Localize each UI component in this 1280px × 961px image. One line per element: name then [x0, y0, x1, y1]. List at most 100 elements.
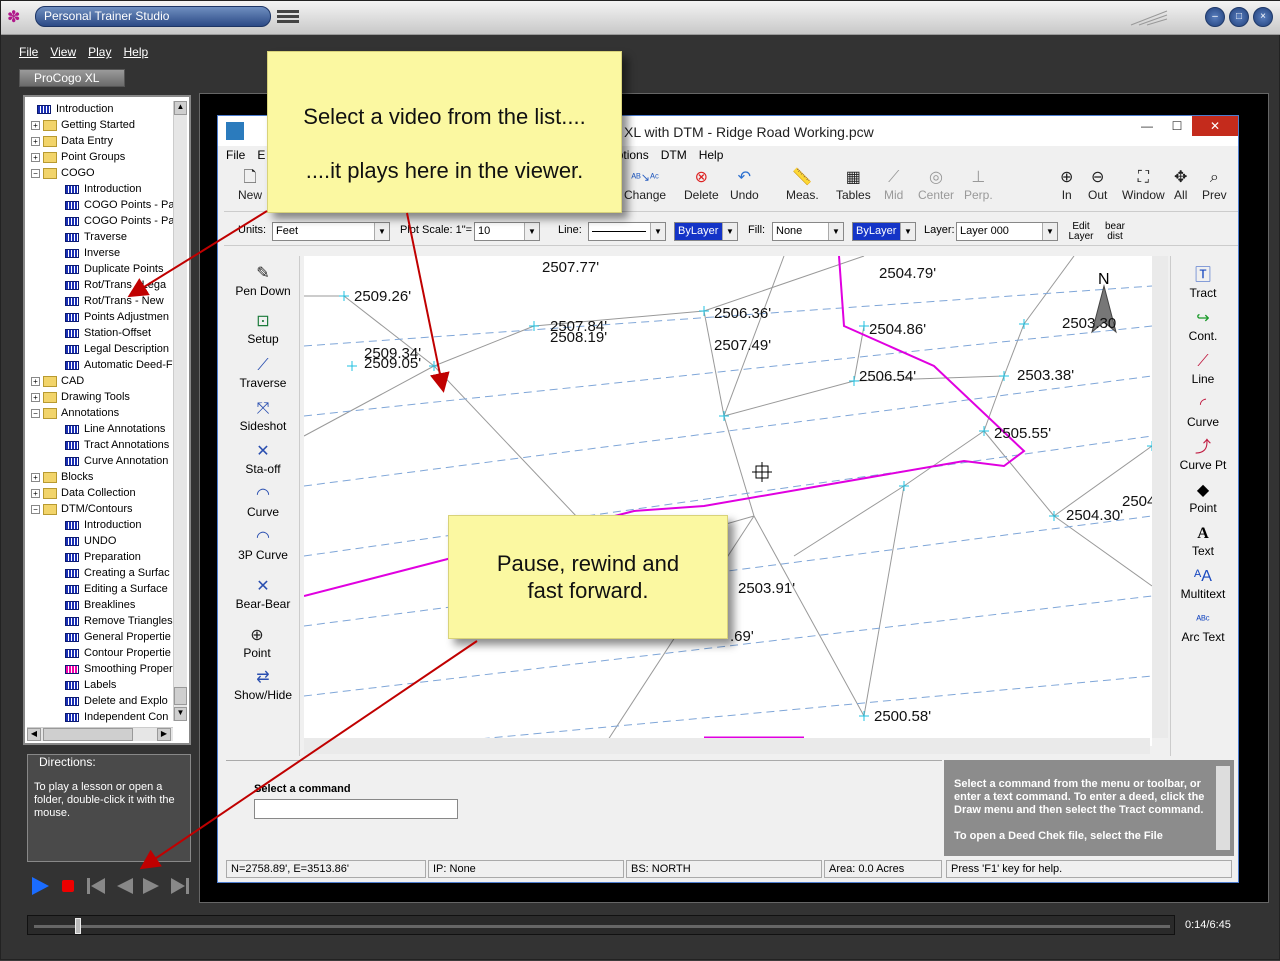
tool-curve: ◠ Curve [226, 485, 300, 519]
menu-view[interactable]: View [50, 45, 76, 65]
film-icon [65, 440, 79, 450]
tree-lesson[interactable]: Line Annotations [65, 421, 165, 437]
tree-folder[interactable]: + Drawing Tools [31, 389, 130, 405]
tree-lesson[interactable]: Points Adjustmen [65, 309, 169, 325]
tree-horizontal-scrollbar[interactable]: ◀ ▶ [27, 727, 173, 741]
tree-lesson[interactable]: Introduction [37, 101, 113, 117]
rewind-icon[interactable] [113, 875, 135, 897]
survey-point-icon [719, 411, 729, 421]
elevation-label: 2507.77' [542, 259, 599, 276]
menu-play[interactable]: Play [88, 45, 111, 65]
seek-thumb[interactable] [74, 918, 81, 934]
close-button[interactable]: × [1253, 7, 1273, 27]
tree-lesson[interactable]: Editing a Surface [65, 581, 168, 597]
expand-icon[interactable]: + [31, 136, 40, 146]
minimize-button[interactable]: – [1205, 7, 1225, 27]
app-icon: ✽ [7, 9, 21, 26]
tree-folder[interactable]: + CAD [31, 373, 84, 389]
collapse-icon[interactable]: − [31, 408, 40, 418]
hscroll-thumb[interactable] [43, 728, 133, 741]
tree-label: Breaklines [84, 599, 136, 611]
forward-icon[interactable] [141, 875, 163, 897]
bear-bear-icon: ✕ [256, 578, 270, 595]
elevation-label: 2506.36' [714, 305, 771, 322]
tree-lesson[interactable]: Smoothing Proper [65, 661, 173, 677]
tree-vertical-scrollbar[interactable]: ▲ ▼ [173, 101, 187, 721]
survey-point-icon [999, 371, 1009, 381]
dropdown-arrow-icon: ▼ [900, 223, 915, 240]
tree-lesson[interactable]: Remove Triangles [65, 613, 173, 629]
collapse-icon[interactable]: − [31, 168, 40, 178]
tree-folder[interactable]: + Point Groups [31, 149, 125, 165]
tool-bear-bear: ✕ Bear-Bear [226, 577, 300, 611]
tool-curve-right: ◜ Curve [1171, 395, 1235, 429]
tree-folder[interactable]: + Blocks [31, 469, 93, 485]
survey-point-icon [1019, 319, 1029, 329]
maximize-button[interactable]: □ [1229, 7, 1249, 27]
tree-folder[interactable]: + Data Entry [31, 133, 113, 149]
tree-folder[interactable]: − Annotations [31, 405, 119, 421]
tree-label: Remove Triangles [84, 615, 173, 627]
tree-lesson[interactable]: UNDO [65, 533, 116, 549]
elevation-label: 2507.49' [714, 337, 771, 354]
tree-lesson[interactable]: Delete and Explo [65, 693, 168, 709]
tree-lesson[interactable]: Station-Offset [65, 325, 151, 341]
expand-icon[interactable]: + [31, 120, 40, 130]
tab-procogo[interactable]: ProCogo XL [19, 69, 125, 87]
expand-icon[interactable]: + [31, 472, 40, 482]
expand-icon[interactable]: + [31, 488, 40, 498]
tree-lesson[interactable]: Preparation [65, 549, 141, 565]
stop-icon[interactable] [57, 875, 79, 897]
seek-bar[interactable] [27, 915, 1175, 935]
film-icon [65, 424, 79, 434]
tree-folder[interactable]: − COGO [31, 165, 95, 181]
tree-lesson[interactable]: Labels [65, 677, 116, 693]
tree-lesson[interactable]: Curve Annotation [65, 453, 168, 469]
drawing-canvas: N 2507.77' 2504.79' 2509.26' 2506.36' 2507.84… [304, 256, 1152, 746]
expand-icon[interactable]: + [31, 376, 40, 386]
tree-lesson[interactable]: General Propertie [65, 629, 171, 645]
tree-lesson[interactable]: Automatic Deed-F [65, 357, 173, 373]
scroll-thumb[interactable] [174, 687, 187, 705]
tree-folder[interactable]: − DTM/Contours [31, 501, 133, 517]
hamburger-menu-icon[interactable] [277, 10, 299, 26]
tree-label: Introduction [56, 103, 114, 115]
help-text: Select a command from the menu or toolba… [954, 778, 1205, 816]
tree-folder[interactable]: + Data Collection [31, 485, 136, 501]
skip-start-icon[interactable] [85, 875, 107, 897]
tree-lesson[interactable]: Traverse [65, 229, 127, 245]
tree-lesson[interactable]: Duplicate Points [65, 261, 164, 277]
folder-icon [43, 471, 57, 483]
tree-lesson[interactable]: Creating a Surfac [65, 565, 170, 581]
tree-folder[interactable]: + Getting Started [31, 117, 135, 133]
menu-file[interactable]: File [19, 45, 38, 65]
expand-icon[interactable]: + [31, 392, 40, 402]
tree-lesson[interactable]: Inverse [65, 245, 120, 261]
tree-lesson[interactable]: Legal Description [65, 341, 169, 357]
tree-lesson[interactable]: Contour Propertie [65, 645, 171, 661]
skip-end-icon[interactable] [169, 875, 191, 897]
collapse-icon[interactable]: − [31, 504, 40, 514]
tree-lesson[interactable]: Tract Annotations [65, 437, 169, 453]
tree-lesson[interactable]: Rot/Trans - New [65, 293, 164, 309]
tree-lesson[interactable]: Independent Con [65, 709, 168, 725]
tree-lesson[interactable]: Introduction [65, 517, 141, 533]
tree-lesson[interactable]: COGO Points - Pa [65, 197, 173, 213]
arc-text-icon: ᴬᴮᶜ [1196, 614, 1210, 626]
scroll-down-icon[interactable]: ▼ [174, 707, 187, 721]
expand-icon[interactable]: + [31, 152, 40, 162]
scroll-up-icon[interactable]: ▲ [174, 101, 187, 115]
menu-help[interactable]: Help [123, 45, 148, 65]
tool-point-right: ◆ Point [1171, 481, 1235, 515]
scroll-right-icon[interactable]: ▶ [157, 728, 171, 741]
play-icon[interactable] [29, 875, 51, 897]
tree-lesson[interactable]: Breaklines [65, 597, 135, 613]
tree-lesson[interactable]: Introduction [65, 181, 141, 197]
elevation-label: 2506.54' [859, 368, 916, 385]
tree-lesson[interactable]: COGO Points - Pa [65, 213, 173, 229]
perp-icon: ⊥ [971, 169, 986, 186]
status-coords: N=2758.89', E=3513.86' [226, 860, 426, 878]
film-icon [65, 600, 79, 610]
scroll-left-icon[interactable]: ◀ [27, 728, 41, 741]
tree-lesson[interactable]: Rot/Trans - Lega [65, 277, 166, 293]
